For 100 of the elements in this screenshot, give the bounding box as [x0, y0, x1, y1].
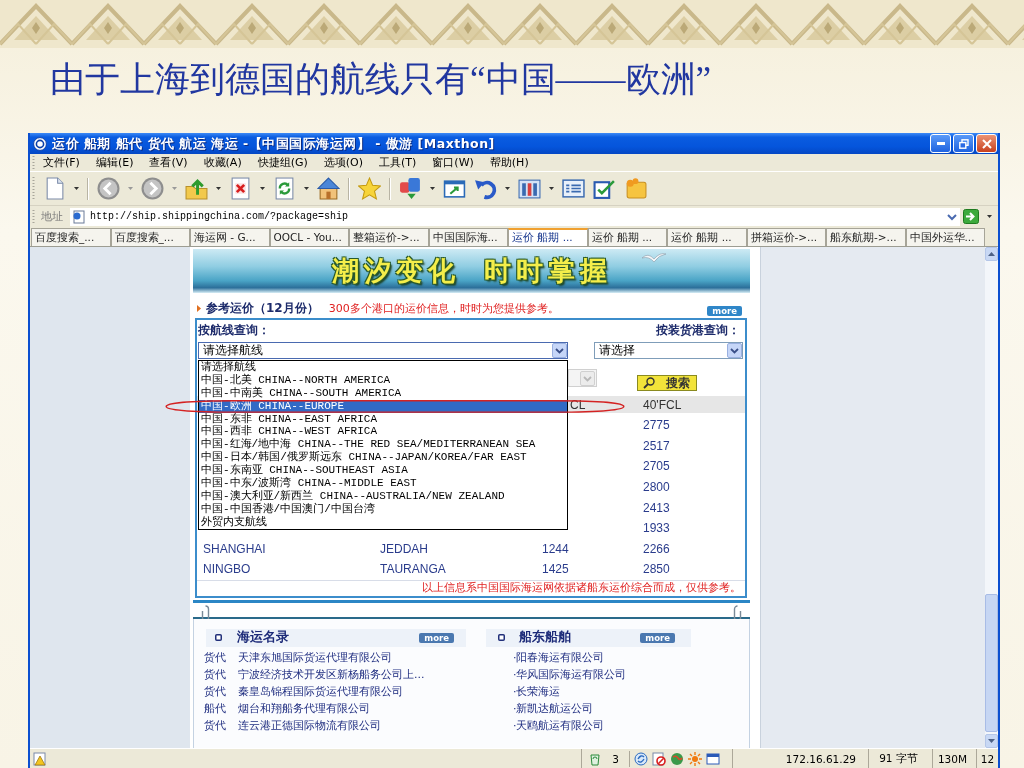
go-icon[interactable]	[963, 209, 979, 224]
table-cell-text: 2413	[643, 500, 671, 515]
tab[interactable]: 中国国际海...	[428, 228, 508, 246]
caret-icon[interactable]	[74, 187, 79, 190]
dropdown-option[interactable]: 中国-澳大利亚/新西兰 CHINA--AUSTRALIA/NEW ZEALAND	[199, 489, 567, 503]
window-icon[interactable]	[706, 751, 720, 766]
category-link[interactable]: 货代	[204, 666, 238, 682]
company-link[interactable]: ·天鸥航运有限公司	[513, 717, 605, 733]
dropdown-option[interactable]: 中国-西非 CHINA--WEST AFRICA	[199, 425, 567, 439]
company-link[interactable]: 烟台和翔船务代理有限公司	[238, 700, 370, 716]
table-cell-text: 2775	[643, 418, 671, 433]
company-link[interactable]: ·阳春海运有限公司	[513, 649, 605, 665]
dropdown-option[interactable]: 中国-红海/地中海 CHINA--THE RED SEA/MEDITERRANEAN SEA	[199, 438, 567, 452]
tab[interactable]: 海运网 - G...	[190, 228, 270, 246]
menu-item[interactable]: 工具(T)	[371, 155, 425, 170]
tab[interactable]: 中国外运华...	[905, 228, 985, 246]
dropdown-option[interactable]: 请选择航线	[199, 361, 567, 374]
minimize-button[interactable]	[930, 134, 951, 153]
menu-item[interactable]: 查看(V)	[141, 155, 196, 170]
table-cell-text: 1244	[542, 541, 570, 556]
refresh-icon[interactable]	[273, 177, 296, 200]
star-icon[interactable]	[358, 177, 381, 200]
undo-icon[interactable]	[474, 177, 497, 200]
company-link[interactable]: 宁波经济技术开发区新杨船务公司上...	[238, 666, 425, 682]
chevron-icon	[727, 343, 742, 358]
company-link[interactable]: ·华风国际海运有限公司	[513, 666, 627, 682]
window-icon[interactable]	[443, 177, 466, 200]
company-link[interactable]: 连云港正德国际物流有限公司	[238, 717, 381, 733]
menu-item[interactable]: 快捷组(G)	[249, 155, 316, 170]
list-icon[interactable]	[562, 177, 585, 200]
scroll-up-button[interactable]	[985, 247, 998, 261]
tab[interactable]: 整箱运价->...	[349, 228, 429, 246]
slide-title: 由于上海到德国的航线只有“中国——欧洲”	[50, 59, 712, 101]
table-cell-text: NINGBO	[203, 562, 252, 577]
dropdown-option[interactable]: 中国-中国香港/中国澳门/中国台湾	[199, 502, 567, 516]
tab[interactable]: 百度搜索_...	[110, 228, 190, 246]
search-button[interactable]: 搜索	[637, 375, 697, 391]
scroll-thumb[interactable]	[985, 594, 998, 732]
category-link[interactable]: 货代	[204, 649, 238, 665]
company-link[interactable]: 秦皇岛锦程国际货运代理有限公司	[238, 683, 403, 699]
home-icon[interactable]	[317, 177, 340, 200]
scroll-down-button[interactable]	[985, 734, 998, 748]
translate-icon[interactable]	[399, 177, 422, 200]
blocked-page-icon[interactable]	[652, 751, 666, 766]
tab[interactable]: 百度搜索_...	[31, 228, 111, 246]
stop-icon[interactable]	[229, 177, 252, 200]
forward-icon[interactable]	[141, 177, 164, 200]
menu-item[interactable]: 文件(F)	[35, 155, 88, 170]
globe-icon[interactable]	[670, 751, 684, 766]
up-arrow-icon[interactable]	[185, 177, 208, 200]
tab[interactable]: 船东航期->...	[826, 228, 906, 246]
tools-icon[interactable]	[518, 177, 541, 200]
back-icon[interactable]	[97, 177, 120, 200]
tab[interactable]: 运价 船期 ...	[667, 228, 747, 246]
recycle-bin-icon[interactable]	[588, 751, 603, 766]
warning-icon	[33, 751, 47, 766]
company-link[interactable]: ·新凯达航运公司	[513, 700, 594, 716]
caret-icon[interactable]	[260, 187, 265, 190]
caret-icon[interactable]	[987, 215, 992, 218]
tab[interactable]: 拼箱运价->...	[746, 228, 826, 246]
menu-item[interactable]: 窗口(W)	[424, 155, 482, 170]
dropdown-option[interactable]: 中国-东南亚 CHINA--SOUTHEAST ASIA	[199, 464, 567, 477]
dropdown-option[interactable]: 中国-北美 CHINA--NORTH AMERICA	[199, 373, 567, 387]
more-link[interactable]: more	[419, 632, 454, 643]
down-arrow-icon	[988, 739, 995, 743]
tab[interactable]: OOCL - You...	[269, 228, 349, 246]
dropdown-option[interactable]: 外贸内支航线	[199, 515, 567, 529]
category-link[interactable]: 船代	[204, 700, 238, 716]
route-select[interactable]: 请选择航线	[198, 342, 568, 359]
more-link[interactable]: more	[707, 306, 742, 316]
column-header: 40'FCL	[643, 397, 683, 412]
swirl-icon[interactable]	[634, 751, 648, 766]
caret-icon[interactable]	[430, 187, 435, 190]
menu-item[interactable]: 收藏(A)	[195, 155, 250, 170]
caret-icon[interactable]	[549, 187, 554, 190]
company-link[interactable]: ·长荣海运	[513, 683, 561, 699]
address-field[interactable]: http://ship.shippingchina.com/?package=ship	[70, 207, 960, 226]
tab[interactable]: 运价 船期 ...	[587, 228, 667, 246]
dropdown-option[interactable]: 中国-中东/波斯湾 CHINA--MIDDLE EAST	[199, 477, 567, 490]
caret-icon[interactable]	[216, 187, 221, 190]
dropdown-option[interactable]: 中国-东非 CHINA--EAST AFRICA	[199, 412, 567, 426]
caret-icon[interactable]	[304, 187, 309, 190]
port-select[interactable]: 请选择	[594, 342, 743, 359]
category-link[interactable]: 货代	[204, 717, 238, 733]
table-cell-text: 2266	[643, 541, 671, 556]
caret-icon[interactable]	[505, 187, 510, 190]
company-link[interactable]: 天津东旭国际货运代理有限公司	[238, 649, 392, 665]
menu-item[interactable]: 选项(O)	[315, 155, 372, 170]
close-button[interactable]	[976, 134, 997, 153]
tab[interactable]: 运价 船期 ...	[508, 228, 588, 246]
restore-button[interactable]	[953, 134, 974, 153]
category-link[interactable]: 货代	[204, 683, 238, 699]
more-link[interactable]: more	[640, 632, 675, 643]
menu-item[interactable]: 编辑(E)	[87, 155, 142, 170]
restore-icon	[958, 138, 969, 149]
list-title: 船东船舶	[519, 629, 571, 647]
table-cell-text: 1933	[643, 521, 671, 536]
menu-item[interactable]: 帮助(H)	[481, 155, 537, 170]
dropdown-option[interactable]: 中国-日本/韩国/俄罗斯远东 CHINA--JAPAN/KOREA/FAR EAST	[199, 451, 567, 465]
dropdown-option[interactable]: 中国-中南美 CHINA--SOUTH AMERICA	[199, 386, 567, 400]
